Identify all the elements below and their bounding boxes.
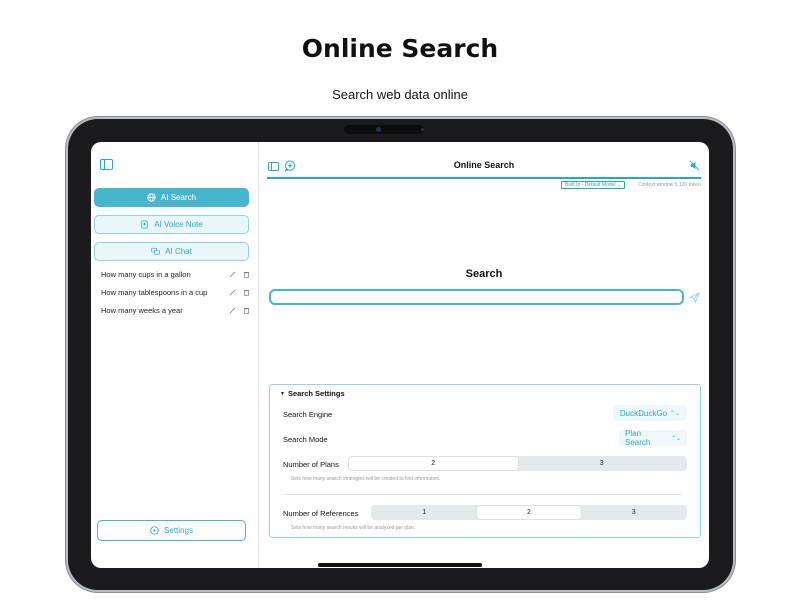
search-engine-label: Search Engine	[283, 410, 333, 419]
number-of-plans-label: Number of Plans	[283, 460, 339, 469]
home-indicator	[318, 563, 482, 567]
history-item[interactable]: How many tablespoons in a cup	[101, 285, 251, 299]
nav-ai-chat-label: AI Chat	[165, 247, 192, 256]
settings-icon	[150, 526, 159, 535]
chat-bubbles-icon	[151, 247, 161, 255]
context-window-info: Context window 5,120 token	[638, 182, 701, 188]
history-item[interactable]: How many weeks a year	[101, 303, 251, 317]
search-mode-label: Search Mode	[283, 435, 328, 444]
references-help-text: Sets how many search results will be ana…	[291, 525, 416, 531]
edit-icon[interactable]	[228, 288, 237, 297]
globe-icon	[147, 193, 156, 202]
nav-ai-chat-button[interactable]: AI Chat	[94, 242, 249, 261]
speaker-mute-icon[interactable]	[689, 160, 700, 171]
nav-ai-voice-note-button[interactable]: AI Voice Note	[94, 215, 249, 234]
main-title: Online Search	[453, 160, 515, 170]
search-engine-value: DuckDuckGo	[619, 408, 668, 418]
disclosure-triangle-icon: ▼	[280, 391, 285, 397]
search-settings-panel: ▼ Search Settings Search Engine DuckDuckG…	[269, 384, 701, 538]
sidebar-toggle-icon[interactable]	[100, 159, 113, 170]
chevron-updown-icon: ⌃⌄	[670, 410, 681, 417]
model-selector[interactable]: Built In - Default Model ⌄	[561, 181, 626, 189]
title-underline	[267, 177, 701, 179]
history-item-text: How many cups in a gallon	[101, 269, 191, 279]
plans-option[interactable]: 3	[518, 457, 687, 470]
number-of-plans-segmented[interactable]: 2 3	[348, 456, 687, 471]
page-heading: Online Search	[301, 34, 499, 63]
history-item-text: How many weeks a year	[101, 305, 183, 315]
edit-icon[interactable]	[228, 270, 237, 279]
search-heading: Search	[465, 268, 503, 280]
number-of-references-segmented[interactable]: 1 2 3	[371, 505, 687, 520]
camera-lens	[376, 127, 381, 132]
main-panel: Online Search Built In - Default Model ⌄…	[259, 142, 709, 568]
search-engine-picker[interactable]: DuckDuckGo ⌃⌄	[613, 405, 687, 421]
send-icon[interactable]	[689, 292, 700, 303]
trash-icon[interactable]	[242, 288, 251, 297]
trash-icon[interactable]	[242, 270, 251, 279]
page-subheading: Search web data online	[332, 87, 468, 102]
references-option[interactable]: 1	[372, 506, 477, 519]
search-settings-title: Search Settings	[287, 389, 345, 398]
camera-bar	[344, 125, 424, 134]
search-mode-value: Plan Search	[625, 429, 651, 447]
settings-divider	[283, 494, 681, 495]
history-item-text: How many tablespoons in a cup	[101, 287, 208, 297]
camera-sensor	[421, 128, 424, 131]
references-option[interactable]: 3	[581, 506, 686, 519]
history-item[interactable]: How many cups in a gallon	[101, 267, 251, 281]
settings-label: Settings	[164, 526, 193, 535]
chevron-updown-icon: ⌃⌄	[670, 435, 681, 442]
references-option[interactable]: 2	[476, 506, 582, 519]
nav-ai-voice-note-label: AI Voice Note	[154, 220, 203, 229]
search-input[interactable]	[269, 289, 684, 305]
search-mode-picker[interactable]: Plan Search ⌃⌄	[619, 429, 687, 447]
nav-ai-search-button[interactable]: AI Search	[94, 188, 249, 207]
settings-button[interactable]: Settings	[97, 520, 246, 541]
trash-icon[interactable]	[242, 306, 251, 315]
plans-option[interactable]: 2	[349, 457, 518, 470]
app-screen: AI Search AI Voice Note AI Chat How many…	[91, 142, 709, 568]
plans-help-text: Sets how many search strategies will be …	[291, 476, 441, 482]
search-settings-header[interactable]: ▼ Search Settings	[280, 389, 345, 398]
number-of-references-label: Number of References	[283, 509, 359, 518]
sidebar: AI Search AI Voice Note AI Chat How many…	[91, 142, 259, 568]
voice-note-icon	[141, 220, 148, 229]
nav-ai-search-label: AI Search	[160, 193, 197, 202]
edit-icon[interactable]	[228, 306, 237, 315]
